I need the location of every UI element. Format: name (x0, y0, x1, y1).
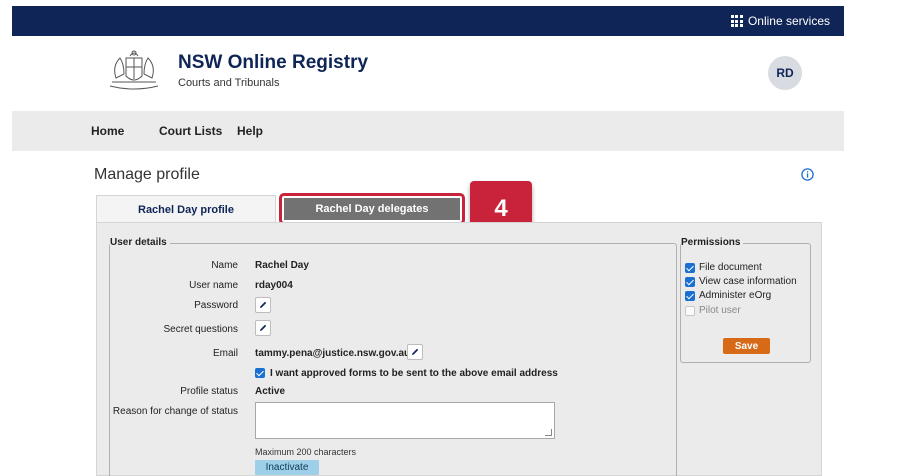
password-label: Password (194, 300, 238, 311)
online-services-link[interactable]: Online services (730, 14, 830, 28)
top-bar: Online services (0, 0, 914, 37)
administer-eorg-checkbox[interactable] (685, 290, 695, 301)
tab-delegates[interactable]: Rachel Day delegates (279, 193, 465, 225)
name-label: Name (211, 260, 238, 271)
permission-pilot-user: Pilot user (685, 305, 741, 316)
apps-grid-icon (730, 15, 743, 27)
file-document-checkbox[interactable] (685, 262, 695, 273)
approved-forms-checkbox[interactable] (255, 368, 265, 378)
inactivate-button[interactable]: Inactivate (255, 460, 319, 475)
info-icon[interactable] (801, 168, 814, 181)
username-value: rday004 (255, 280, 293, 291)
file-document-label: File document (699, 262, 762, 273)
page-title: Manage profile (94, 166, 200, 183)
email-value: tammy.pena@justice.nsw.gov.au (255, 348, 411, 359)
username-label: User name (189, 280, 238, 291)
pencil-icon (260, 324, 267, 331)
edit-password-button[interactable] (255, 297, 271, 313)
profile-status-label: Profile status (180, 386, 238, 397)
site-title[interactable]: NSW Online Registry (178, 52, 368, 74)
permission-view-case[interactable]: View case information (685, 276, 797, 287)
reason-textarea[interactable] (255, 402, 555, 439)
pencil-icon (260, 301, 267, 308)
profile-status-value: Active (255, 386, 286, 397)
profile-panel: User details Name Rachel Day User name r… (96, 222, 822, 476)
main-nav: Home Court Lists Help (12, 111, 844, 151)
site-header: NSW Online Registry Courts and Tribunals… (12, 36, 844, 111)
save-button[interactable]: Save (723, 338, 770, 354)
site-subtitle: Courts and Tribunals (178, 77, 280, 89)
max-chars-hint: Maximum 200 characters (255, 447, 357, 457)
secret-questions-label: Secret questions (163, 324, 239, 335)
permissions-legend: Permissions (681, 237, 744, 248)
permissions-fieldset: Permissions File document View case info… (680, 237, 811, 363)
tab-profile[interactable]: Rachel Day profile (96, 195, 276, 223)
user-details-legend: User details (110, 237, 170, 248)
permission-administer-eorg[interactable]: Administer eOrg (685, 290, 771, 301)
administer-eorg-label: Administer eOrg (699, 290, 772, 301)
approved-forms-label: I want approved forms to be sent to the … (270, 368, 558, 379)
nav-home[interactable]: Home (91, 124, 124, 138)
nav-help[interactable]: Help (237, 124, 263, 138)
pilot-user-label: Pilot user (699, 305, 741, 316)
user-avatar[interactable]: RD (768, 56, 802, 90)
nav-court-lists[interactable]: Court Lists (159, 124, 222, 138)
nsw-crest-logo (109, 50, 159, 90)
online-services-label: Online services (747, 14, 830, 28)
edit-email-button[interactable] (407, 344, 423, 360)
top-bar-strip: Online services (12, 6, 844, 36)
pencil-icon (412, 348, 419, 355)
user-details-fieldset: User details Name Rachel Day User name r… (109, 237, 677, 476)
reason-label: Reason for change of status (112, 406, 238, 417)
permission-file-document[interactable]: File document (685, 262, 762, 273)
view-case-checkbox[interactable] (685, 276, 695, 287)
email-label: Email (212, 348, 238, 359)
edit-secret-questions-button[interactable] (255, 320, 271, 336)
name-value: Rachel Day (255, 260, 309, 271)
view-case-label: View case information (699, 276, 797, 287)
pilot-user-checkbox (685, 305, 695, 316)
